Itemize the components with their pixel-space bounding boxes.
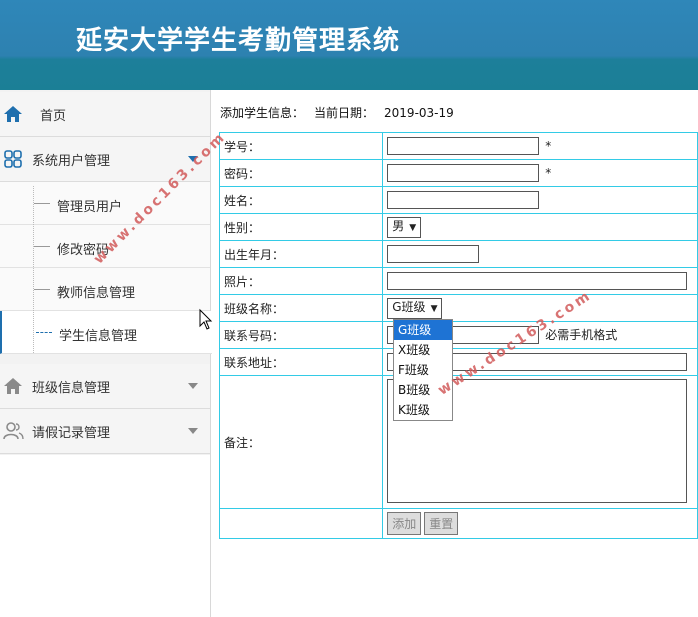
nav-home[interactable]: 首页 [0, 92, 210, 137]
phone-hint: 必需手机格式 [545, 328, 618, 342]
class-option[interactable]: G班级 [394, 320, 452, 340]
birth-label: 出生年月： [218, 240, 384, 268]
grid-icon [4, 150, 22, 168]
phone-label: 联系号码： [218, 321, 384, 349]
class-option[interactable]: K班级 [394, 400, 452, 420]
class-dropdown[interactable]: G班级 X班级 F班级 B班级 K班级 [393, 319, 453, 421]
class-option[interactable]: F班级 [394, 360, 452, 380]
cursor-icon [199, 308, 213, 330]
header-bar: 延安大学学生考勤管理系统 [0, 0, 698, 90]
home-icon [4, 106, 22, 122]
name-label: 姓名： [218, 186, 384, 214]
name-input[interactable] [387, 191, 540, 209]
photo-input[interactable] [387, 272, 688, 290]
home-icon [4, 378, 22, 394]
password-input[interactable] [387, 164, 540, 182]
password-label: 密码： [218, 159, 384, 187]
reset-button[interactable]: 重置 [424, 512, 459, 535]
breadcrumb: 添加学生信息： 当前日期： 2019-03-19 [220, 104, 464, 121]
chevron-down-icon [188, 428, 198, 434]
class-select[interactable]: G班级 ▼ [387, 297, 443, 319]
date-label: 当前日期： [314, 106, 375, 120]
gender-label: 性别： [218, 213, 384, 241]
address-label: 联系地址： [218, 348, 384, 376]
nav-class-info[interactable]: 班级信息管理 [0, 364, 210, 409]
breadcrumb-action: 添加学生信息： [220, 106, 305, 120]
remark-label: 备注： [218, 375, 384, 509]
nav-teacher-info[interactable]: 教师信息管理 [0, 268, 210, 311]
users-icon [3, 422, 24, 440]
nav-leave-records-label: 请假记录管理 [32, 426, 111, 441]
nav-admin-users-label: 管理员用户 [57, 200, 123, 215]
required-mark: * [545, 166, 552, 180]
current-date: 2019-03-19 [384, 106, 454, 120]
chevron-down-icon: ▼ [409, 222, 417, 233]
birth-input[interactable] [387, 245, 480, 263]
nav-class-info-label: 班级信息管理 [32, 381, 111, 396]
nav-home-label: 首页 [40, 109, 67, 124]
chevron-down-icon: ▼ [430, 303, 438, 314]
student-id-label: 学号： [218, 132, 384, 160]
nav-system-users-label: 系统用户管理 [32, 154, 111, 169]
nav-student-info-label: 学生信息管理 [59, 329, 138, 344]
nav-student-info[interactable]: 学生信息管理 [0, 311, 212, 354]
add-button[interactable]: 添加 [387, 512, 422, 535]
nav-teacher-info-label: 教师信息管理 [57, 286, 136, 301]
student-form: 学号： * 密码： * 姓名： 性别： 男 ▼ 出生年月： 照片： 班级名称： G… [218, 132, 698, 539]
student-id-input[interactable] [387, 137, 540, 155]
class-name-label: 班级名称： [218, 294, 384, 322]
photo-label: 照片： [218, 267, 384, 295]
app-title: 延安大学学生考勤管理系统 [76, 26, 401, 56]
gender-select[interactable]: 男 ▼ [387, 216, 422, 238]
nav-leave-records[interactable]: 请假记录管理 [0, 409, 210, 454]
class-option[interactable]: X班级 [394, 340, 452, 360]
chevron-down-icon [188, 383, 198, 389]
required-mark: * [545, 139, 552, 153]
